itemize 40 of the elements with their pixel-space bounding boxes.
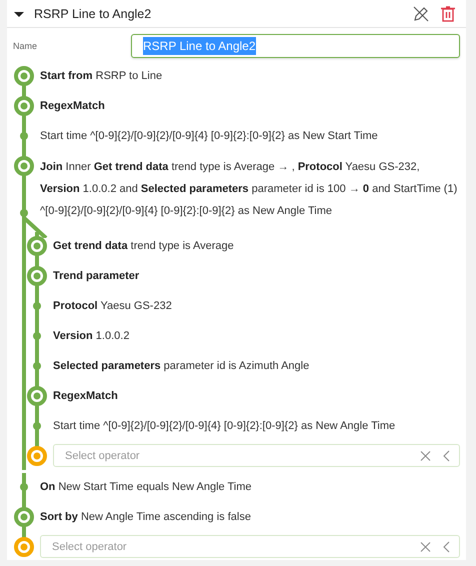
step-dot-icon [33, 362, 41, 370]
step-text: RegexMatch [40, 99, 106, 114]
name-field[interactable]: RSRP Line to Angle2 [131, 34, 460, 58]
chevron-left-icon[interactable] [443, 450, 450, 462]
chevron-left-icon[interactable] [443, 540, 450, 552]
name-label: Name [13, 41, 38, 51]
step-node-icon [13, 506, 35, 528]
branch-dot-icon [20, 209, 28, 217]
panel-title: RSRP Line to Angle2 [34, 6, 152, 20]
step-dot-icon [33, 302, 41, 310]
step-text: RegexMatch [53, 389, 119, 404]
step-text: Protocol Yaesu GS-232 [53, 299, 173, 314]
step-dot-icon [20, 483, 28, 491]
step-text: Start time ^[0-9]{2}/[0-9]{2}/[0-9]{4} [0-9]{2}:[0-9]{2} as New Start Time [40, 129, 379, 144]
step-dot-icon [20, 132, 28, 140]
step-text: Join Inner Get trend data trend type is Average → , Protocol Yaesu GS-232, Version 1.0.0.2 and Selected parameters parameter id is 100 → 0 and StartTime (1) ^[0-9]{2}/[0-9]{2}/[0-9]{4} [0-9]{2}:[0-9]{2} as New Angle Time [40, 160, 458, 219]
step-node-icon [13, 155, 35, 177]
crossed-pencil-icon[interactable] [412, 5, 429, 22]
step-dot-icon [33, 332, 41, 340]
step-node-icon [13, 95, 35, 117]
step-node-icon [26, 265, 48, 287]
operator-select[interactable]: Select operator [40, 535, 460, 558]
step-text: Sort by New Angle Time ascending is false [40, 510, 252, 525]
step-node-icon [13, 65, 35, 87]
collapse-caret-icon[interactable] [13, 10, 25, 18]
step-text: Version 1.0.0.2 [53, 329, 130, 344]
pending-node-icon [26, 445, 48, 467]
step-text: On New Start Time equals New Angle Time [40, 480, 253, 495]
step-text: Trend parameter [53, 269, 140, 284]
step-text: Get trend data trend type is Average [53, 239, 235, 254]
step-text: Selected parameters parameter id is Azimuth Angle [53, 359, 310, 374]
step-dot-icon [33, 422, 41, 430]
operator-select[interactable]: Select operator [53, 444, 460, 467]
step-node-icon [26, 235, 48, 257]
step-node-icon [26, 385, 48, 407]
step-text: Start time ^[0-9]{2}/[0-9]{2}/[0-9]{4} [0-9]{2}:[0-9]{2} as New Angle Time [53, 419, 396, 434]
step-text: Start from RSRP to Line [40, 69, 164, 84]
clear-icon[interactable] [420, 541, 431, 552]
clear-icon[interactable] [420, 450, 431, 461]
trash-icon[interactable] [440, 5, 456, 22]
